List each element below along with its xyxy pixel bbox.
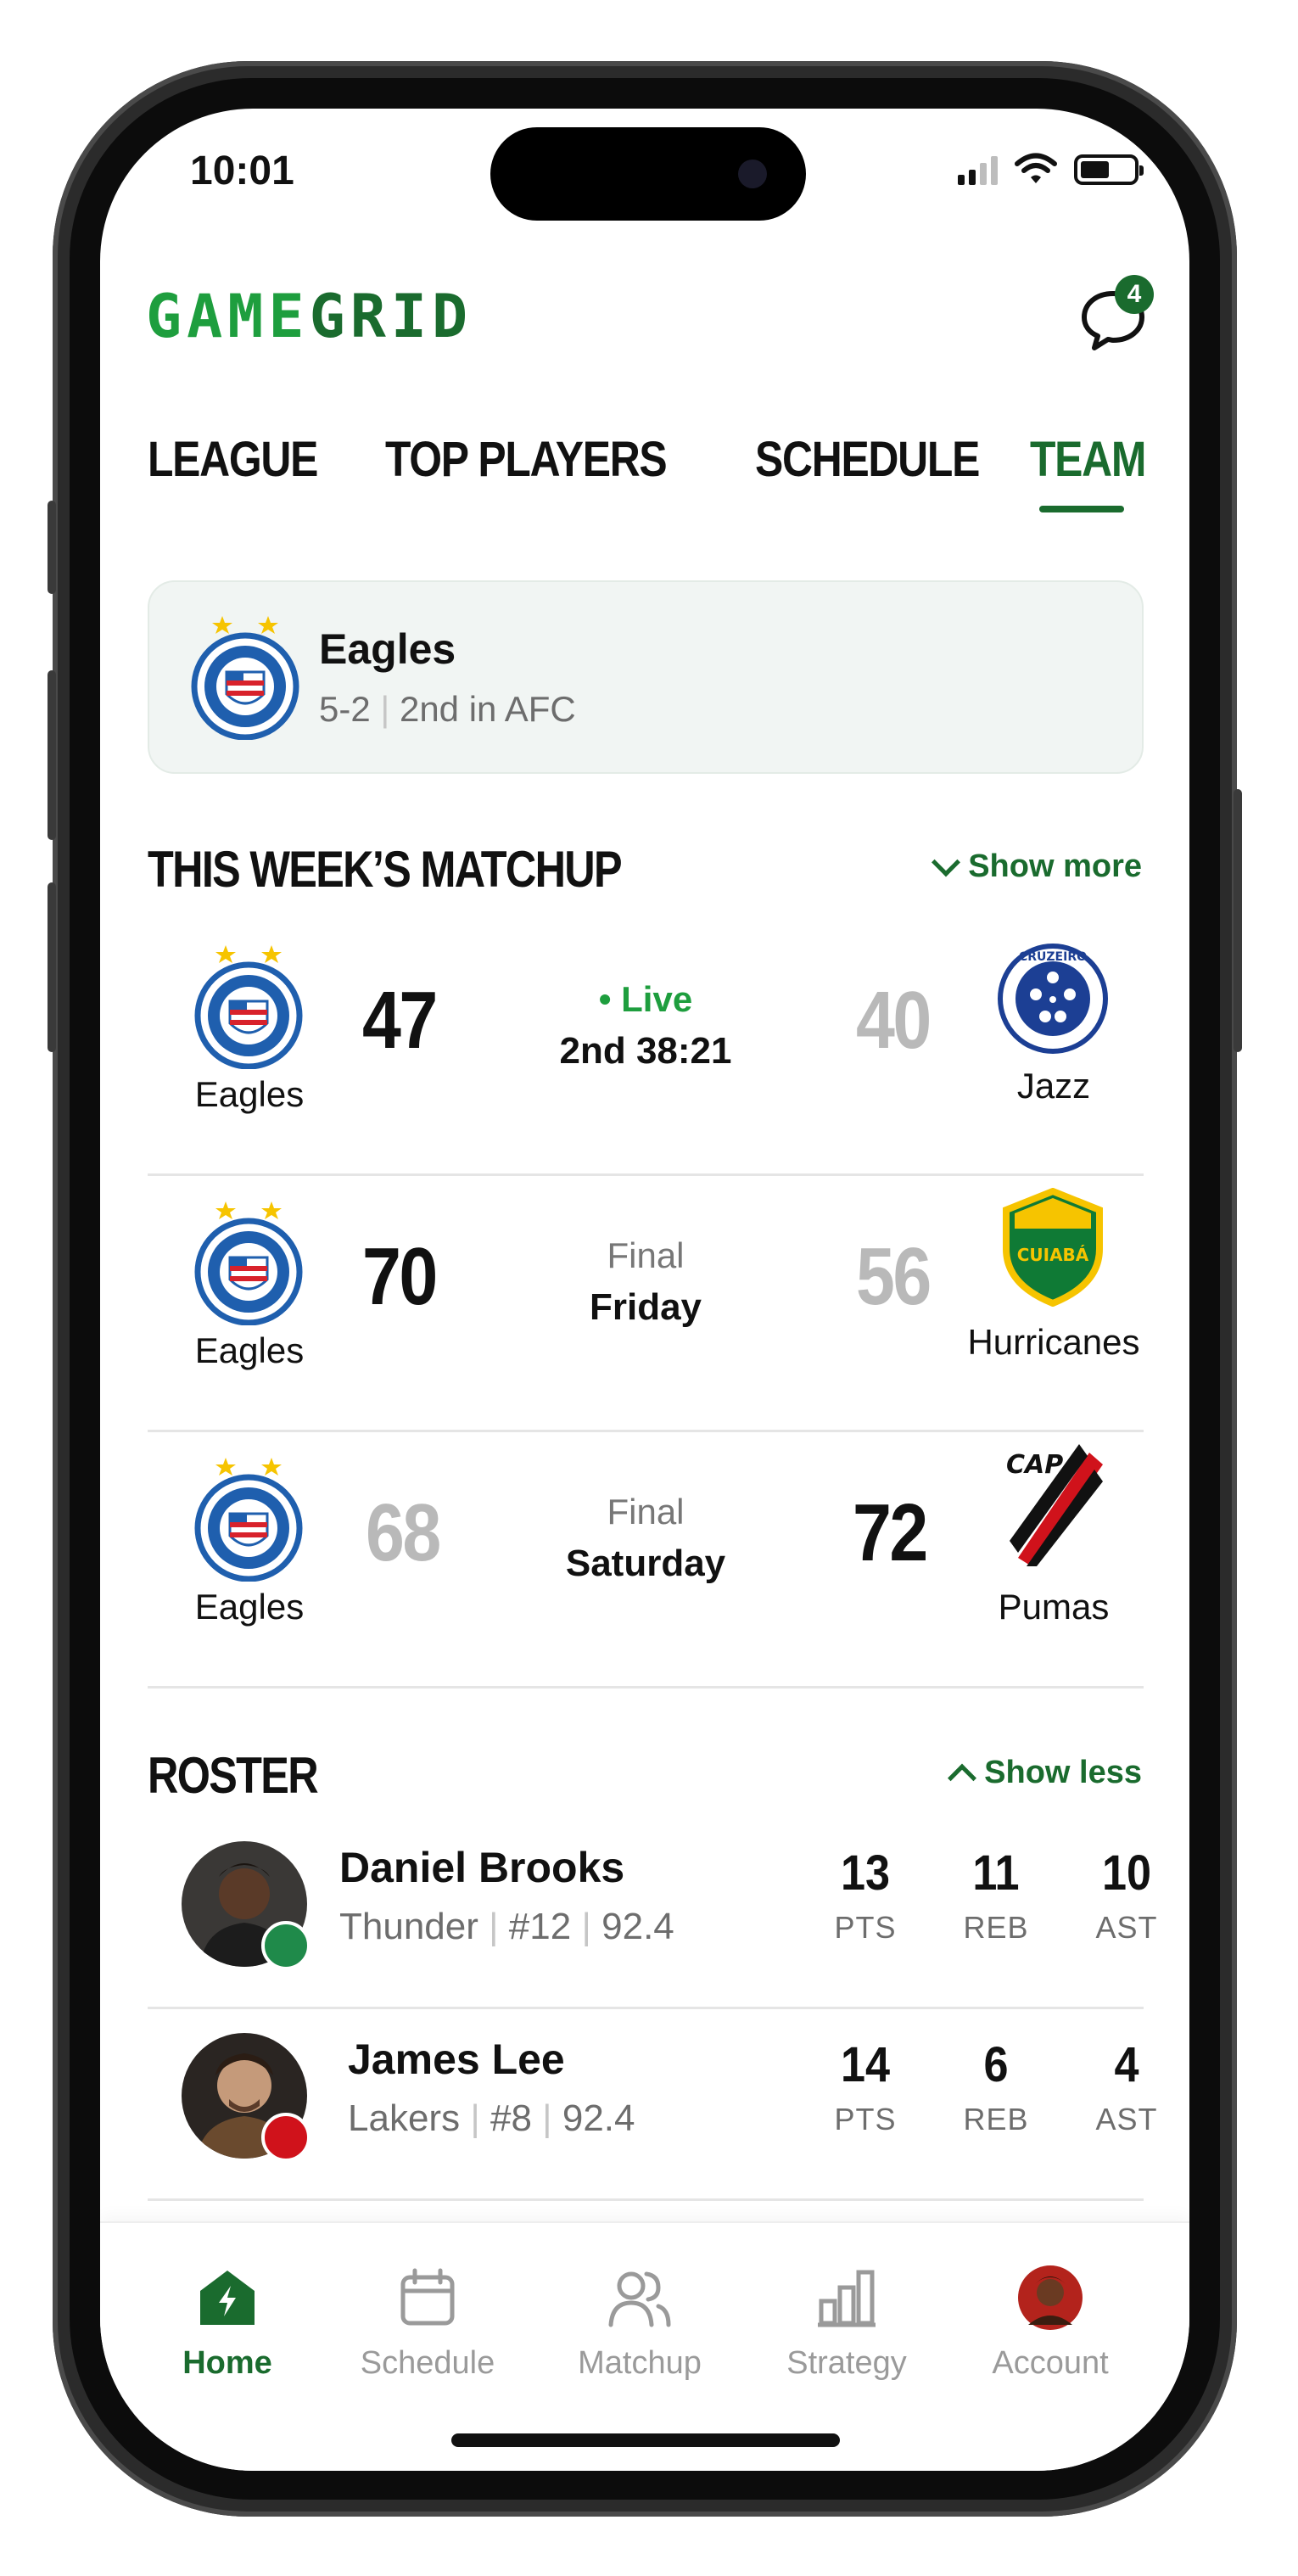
away-team-name: Pumas [998, 1587, 1110, 1627]
volume-up-button [48, 670, 56, 840]
nav-schedule[interactable]: Schedule [334, 2262, 521, 2382]
chevron-down-icon [932, 847, 961, 876]
power-button [1234, 789, 1242, 1052]
chevron-up-icon [948, 1763, 977, 1793]
home-team-crest-icon [193, 942, 304, 1073]
away-team-crest-icon: CAP [1001, 1439, 1106, 1571]
status-time: 10:01 [190, 148, 294, 193]
notification-badge: 4 [1115, 275, 1154, 314]
calendar-icon [334, 2262, 521, 2333]
home-score: 70 [362, 1231, 438, 1322]
action-button [48, 501, 56, 594]
tab-league[interactable]: LEAGUE [148, 431, 318, 488]
home-indicator [451, 2433, 840, 2447]
show-more-button[interactable]: Show more [932, 847, 1142, 885]
users-icon [546, 2262, 733, 2333]
app-screen: 10:01 GAMEGRID 4 LEAGUE TOP PLAYERS SCHE… [100, 109, 1189, 2471]
team-summary-card[interactable]: Eagles 5-2 | 2nd in AFC [148, 580, 1144, 774]
team-name: Eagles [319, 625, 456, 673]
stat-pts: 14 PTS [834, 2037, 897, 2136]
home-team-crest-icon [193, 1198, 304, 1330]
tab-top-players[interactable]: TOP PLAYERS [385, 431, 668, 488]
tab-team[interactable]: TEAM [1030, 431, 1146, 488]
dynamic-island [490, 127, 806, 221]
player-name: Daniel Brooks [339, 1844, 625, 1891]
team-badge-icon [261, 1921, 311, 1970]
tab-schedule[interactable]: SCHEDULE [755, 431, 980, 488]
game-status: Final [607, 1492, 685, 1532]
game-status: Final [607, 1235, 685, 1275]
home-score: 68 [366, 1487, 441, 1578]
away-score: 56 [856, 1231, 932, 1322]
away-team-name: Jazz [1016, 1066, 1091, 1106]
active-tab-indicator [1039, 506, 1124, 512]
game-day: Saturday [565, 1543, 726, 1584]
svg-text:CRUZEIRO: CRUZEIRO [1019, 950, 1087, 964]
stat-reb: 6 REB [963, 2037, 1029, 2136]
roster-section-title: ROSTER [148, 1747, 319, 1804]
nav-home[interactable]: Home [134, 2262, 321, 2382]
account-avatar [957, 2262, 1144, 2333]
matchup-section-title: THIS WEEK’S MATCHUP [148, 841, 623, 898]
battery-icon [1074, 154, 1144, 185]
roster-row[interactable]: Daniel Brooks Thunder | #12 | 92.4 13 PTS… [148, 1817, 1157, 2009]
game-clock: 2nd 38:21 [559, 1030, 732, 1072]
player-name: James Lee [348, 2036, 565, 2083]
home-score: 47 [362, 975, 438, 1066]
volume-down-button [48, 882, 56, 1052]
away-team-name: Hurricanes [967, 1322, 1140, 1362]
roster-row[interactable]: James Lee Lakers | #8 | 92.4 14 PTS 6 REB … [148, 2009, 1157, 2201]
status-icons [958, 153, 1144, 185]
svg-text:CUIABÁ: CUIABÁ [1017, 1245, 1089, 1265]
away-score: 72 [853, 1487, 928, 1578]
stat-ast: 10 AST [1095, 1845, 1158, 1945]
home-team-name: Eagles [194, 1074, 305, 1114]
stat-pts: 13 PTS [834, 1845, 897, 1945]
away-score: 40 [856, 975, 932, 1066]
wifi-icon [1015, 153, 1057, 183]
home-team-name: Eagles [194, 1330, 305, 1370]
match-row[interactable]: Eagles 70 Final Friday 56 CUIABÁ Hurrica… [148, 1178, 1144, 1432]
stat-reb: 11 REB [963, 1845, 1029, 1945]
stat-ast: 4 AST [1095, 2037, 1158, 2136]
team-crest-icon [190, 613, 300, 744]
match-row[interactable]: Eagles 68 Final Saturday 72 CAP Pumas [148, 1434, 1144, 1688]
player-details: Lakers | #8 | 92.4 [348, 2097, 635, 2139]
player-details: Thunder | #12 | 92.4 [339, 1906, 674, 1947]
team-badge-icon [261, 2113, 311, 2162]
nav-strategy[interactable]: Strategy [753, 2262, 940, 2382]
cellular-signal-icon [958, 154, 998, 185]
live-status: • Live [598, 979, 693, 1019]
away-team-crest-icon: CRUZEIRO [996, 942, 1110, 1060]
messages-button[interactable]: 4 [1072, 275, 1154, 356]
away-team-crest-icon: CUIABÁ [996, 1187, 1110, 1311]
nav-account[interactable]: Account [957, 2262, 1144, 2382]
game-day: Friday [589, 1286, 702, 1328]
top-tabs: LEAGUE TOP PLAYERS SCHEDULE TEAM [148, 431, 1146, 524]
bar-chart-icon [753, 2262, 940, 2333]
nav-matchup[interactable]: Matchup [546, 2262, 733, 2382]
app-logo: GAMEGRID [146, 282, 473, 351]
svg-text:CAP: CAP [1006, 1450, 1063, 1480]
home-icon [134, 2262, 321, 2333]
match-row[interactable]: Eagles 47 • Live 2nd 38:21 40 CRUZEIRO J… [148, 921, 1144, 1176]
show-less-button[interactable]: Show less [948, 1755, 1142, 1793]
team-record: 5-2 | 2nd in AFC [319, 689, 576, 729]
home-team-crest-icon [193, 1454, 304, 1586]
home-team-name: Eagles [194, 1587, 305, 1627]
